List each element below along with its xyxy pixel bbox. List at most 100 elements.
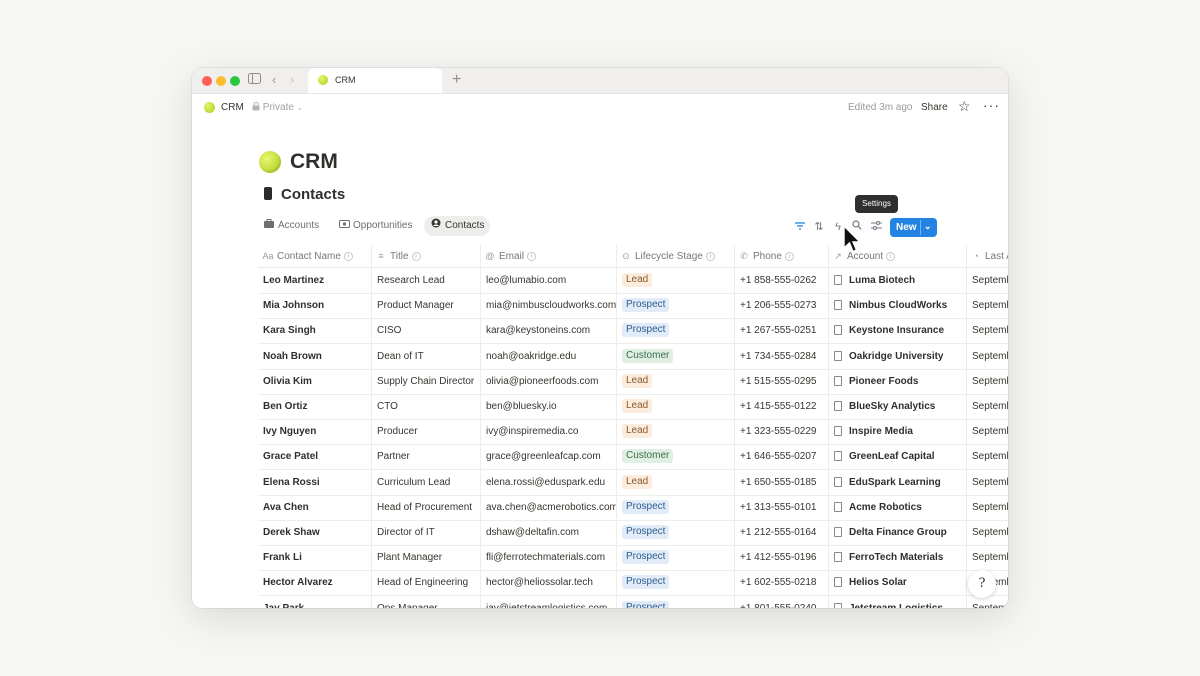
last-activity-cell[interactable]: September (966, 520, 1008, 545)
chevron-down-icon[interactable]: ⌄ (924, 217, 932, 236)
column-header-phone[interactable]: ✆ Phone i (734, 245, 828, 267)
account-link[interactable]: FerroTech Materials (849, 552, 943, 563)
account-cell[interactable]: Luma Biotech (828, 268, 966, 293)
contact-name-cell[interactable]: Derek Shaw (258, 520, 371, 545)
sort-icon[interactable]: ⇅ (811, 218, 827, 236)
account-cell[interactable]: FerroTech Materials (828, 545, 966, 570)
info-icon[interactable]: i (784, 252, 794, 261)
account-cell[interactable]: Delta Finance Group (828, 520, 966, 545)
lifecycle-stage-cell[interactable]: Customer (616, 344, 734, 369)
help-button[interactable]: ? (968, 570, 996, 598)
new-tab-button[interactable]: + (452, 70, 461, 90)
lifecycle-stage-cell[interactable]: Lead (616, 369, 734, 394)
table-row[interactable]: Jay Park Ops Manager jay@jetstreamlogistic… (258, 596, 1008, 608)
account-cell[interactable]: Jetstream Logistics (828, 596, 966, 608)
lifecycle-stage-cell[interactable]: Prospect (616, 520, 734, 545)
info-icon[interactable]: i (886, 252, 896, 261)
column-header-email[interactable]: @ Email i (480, 245, 616, 267)
account-cell[interactable]: Oakridge University (828, 344, 966, 369)
table-row[interactable]: Ben Ortiz CTO ben@bluesky.io Lead +1 415-555… (258, 394, 1008, 420)
account-cell[interactable]: Inspire Media (828, 419, 966, 444)
account-link[interactable]: Oakridge University (849, 351, 943, 362)
lifecycle-stage-cell[interactable]: Prospect (616, 293, 734, 318)
table-row[interactable]: Derek Shaw Director of IT dshaw@deltafin.c… (258, 520, 1008, 546)
account-cell[interactable]: GreenLeaf Capital (828, 444, 966, 469)
table-row[interactable]: Olivia Kim Supply Chain Director olivia@pi… (258, 369, 1008, 395)
phone-cell[interactable]: +1 801-555-0240 (734, 596, 828, 608)
title-cell[interactable]: Dean of IT (371, 344, 480, 369)
account-link[interactable]: Delta Finance Group (849, 527, 947, 538)
contact-name-cell[interactable]: Noah Brown (258, 344, 371, 369)
contact-name-cell[interactable]: Elena Rossi (258, 470, 371, 495)
last-activity-cell[interactable]: September (966, 318, 1008, 343)
phone-cell[interactable]: +1 858-555-0262 (734, 268, 828, 293)
contact-name-cell[interactable]: Grace Patel (258, 444, 371, 469)
last-activity-cell[interactable]: September (966, 545, 1008, 570)
title-cell[interactable]: Producer (371, 419, 480, 444)
table-row[interactable]: Mia Johnson Product Manager mia@nimbusclou… (258, 293, 1008, 320)
title-cell[interactable]: Curriculum Lead (371, 470, 480, 495)
title-cell[interactable]: Head of Procurement (371, 495, 480, 520)
account-link[interactable]: Inspire Media (849, 426, 913, 437)
table-row[interactable]: Ava Chen Head of Procurement ava.chen@acme… (258, 495, 1008, 521)
lifecycle-stage-cell[interactable]: Prospect (616, 495, 734, 520)
back-icon[interactable]: ‹ (272, 73, 276, 87)
contact-name-cell[interactable]: Kara Singh (258, 318, 371, 343)
favorite-star-icon[interactable]: ☆ (958, 98, 971, 115)
account-link[interactable]: Pioneer Foods (849, 376, 918, 387)
account-cell[interactable]: Keystone Insurance (828, 318, 966, 343)
more-options-icon[interactable]: ··· (983, 97, 1000, 113)
contact-name-cell[interactable]: Olivia Kim (258, 369, 371, 394)
share-button[interactable]: Share (921, 102, 948, 113)
table-row[interactable]: Grace Patel Partner grace@greenleafcap.com… (258, 444, 1008, 471)
last-activity-cell[interactable]: September (966, 293, 1008, 318)
privacy-indicator[interactable]: Private ⌄ (252, 101, 303, 113)
phone-cell[interactable]: +1 734-555-0284 (734, 344, 828, 369)
title-cell[interactable]: Plant Manager (371, 545, 480, 570)
table-row[interactable]: Frank Li Plant Manager fli@ferrotechmateri… (258, 545, 1008, 572)
email-cell[interactable]: ava.chen@acmerobotics.com (480, 495, 616, 520)
last-activity-cell[interactable]: September (966, 369, 1008, 394)
table-row[interactable]: Noah Brown Dean of IT noah@oakridge.edu Cus… (258, 344, 1008, 370)
page-title[interactable]: CRM (290, 150, 338, 174)
column-header-contact-name[interactable]: Aa Contact Name i (258, 245, 371, 267)
email-cell[interactable]: ben@bluesky.io (480, 394, 616, 419)
last-activity-cell[interactable]: September (966, 495, 1008, 520)
account-link[interactable]: Luma Biotech (849, 275, 915, 286)
email-cell[interactable]: grace@greenleafcap.com (480, 444, 616, 469)
table-row[interactable]: Elena Rossi Curriculum Lead elena.rossi@ed… (258, 470, 1008, 496)
contact-name-cell[interactable]: Ava Chen (258, 495, 371, 520)
tab-accounts[interactable]: Accounts (264, 216, 330, 236)
last-activity-cell[interactable]: September (966, 394, 1008, 419)
forward-icon[interactable]: › (290, 73, 294, 87)
table-row[interactable]: Hector Alvarez Head of Engineering hector@… (258, 570, 1008, 597)
last-activity-cell[interactable]: September (966, 596, 1008, 608)
contact-name-cell[interactable]: Ben Ortiz (258, 394, 371, 419)
lifecycle-stage-cell[interactable]: Lead (616, 394, 734, 419)
phone-cell[interactable]: +1 646-555-0207 (734, 444, 828, 469)
last-activity-cell[interactable]: September (966, 470, 1008, 495)
account-link[interactable]: Acme Robotics (849, 502, 922, 513)
last-activity-cell[interactable]: September (966, 344, 1008, 369)
filter-icon[interactable] (792, 218, 808, 236)
account-link[interactable]: Helios Solar (849, 577, 907, 588)
contact-name-cell[interactable]: Jay Park (258, 596, 371, 608)
browser-tab[interactable]: CRM (308, 68, 442, 93)
contact-name-cell[interactable]: Leo Martinez (258, 268, 371, 293)
title-cell[interactable]: Head of Engineering (371, 570, 480, 595)
sidebar-toggle-icon[interactable] (248, 73, 261, 87)
account-cell[interactable]: Acme Robotics (828, 495, 966, 520)
last-activity-cell[interactable]: September (966, 419, 1008, 444)
table-row[interactable]: Leo Martinez Research Lead leo@lumabio.com… (258, 268, 1008, 294)
last-activity-cell[interactable]: September (966, 268, 1008, 293)
info-icon[interactable]: i (705, 252, 715, 261)
phone-cell[interactable]: +1 267-555-0251 (734, 318, 828, 343)
lifecycle-stage-cell[interactable]: Lead (616, 419, 734, 444)
account-link[interactable]: Jetstream Logistics (849, 603, 943, 608)
account-link[interactable]: Nimbus CloudWorks (849, 300, 947, 311)
info-icon[interactable]: i (411, 252, 421, 261)
title-cell[interactable]: CISO (371, 318, 480, 343)
account-link[interactable]: Keystone Insurance (849, 325, 944, 336)
email-cell[interactable]: dshaw@deltafin.com (480, 520, 616, 545)
account-cell[interactable]: Pioneer Foods (828, 369, 966, 394)
